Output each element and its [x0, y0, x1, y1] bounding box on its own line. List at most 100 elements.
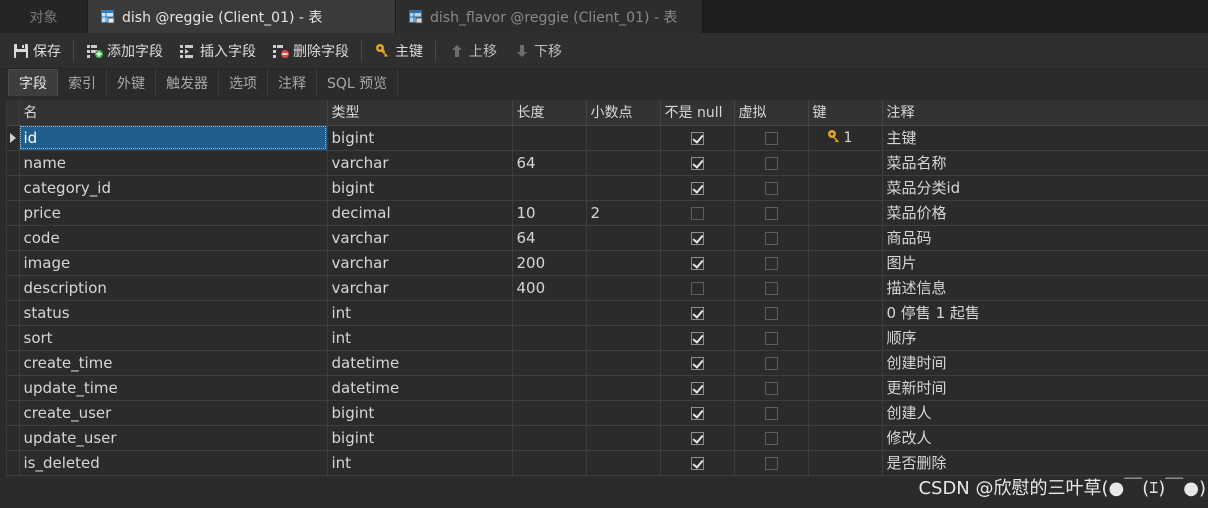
field-name-cell[interactable]: sort	[19, 325, 328, 351]
field-name-cell[interactable]: image	[19, 250, 328, 276]
field-comment-cell[interactable]: 描述信息	[882, 275, 1208, 301]
field-decimals-cell[interactable]	[586, 175, 661, 201]
field-key-cell[interactable]	[808, 450, 883, 476]
field-type-cell[interactable]: datetime	[327, 350, 513, 376]
not-null-checkbox[interactable]	[690, 356, 704, 370]
table-row[interactable]: description varchar 400 描述信息	[7, 275, 1208, 301]
field-type-cell[interactable]: varchar	[327, 250, 513, 276]
field-decimals-cell[interactable]	[586, 225, 661, 251]
table-row[interactable]: code varchar 64 商品码	[7, 225, 1208, 251]
field-key-cell[interactable]	[808, 225, 883, 251]
field-name-cell[interactable]: name	[19, 150, 328, 176]
field-type-cell[interactable]: decimal	[327, 200, 513, 226]
tab-dish-table[interactable]: dish @reggie (Client_01) - 表	[88, 0, 396, 33]
column-header-name[interactable]: 名	[19, 100, 328, 126]
row-indicator[interactable]	[7, 350, 20, 376]
not-null-checkbox[interactable]	[690, 456, 704, 470]
field-type-cell[interactable]: varchar	[327, 225, 513, 251]
field-decimals-cell[interactable]	[586, 300, 661, 326]
field-name-cell[interactable]: description	[19, 275, 328, 301]
field-key-cell[interactable]	[808, 250, 883, 276]
row-indicator[interactable]	[7, 175, 20, 201]
field-type-cell[interactable]: datetime	[327, 375, 513, 401]
not-null-checkbox[interactable]	[690, 206, 704, 220]
field-type-cell[interactable]: int	[327, 325, 513, 351]
field-key-cell[interactable]	[808, 275, 883, 301]
field-decimals-cell[interactable]	[586, 350, 661, 376]
not-null-checkbox[interactable]	[690, 256, 704, 270]
row-indicator[interactable]	[7, 150, 20, 176]
field-type-cell[interactable]: varchar	[327, 275, 513, 301]
tab-sql-preview[interactable]: SQL 预览	[317, 69, 399, 96]
table-row[interactable]: price decimal 10 2 菜品价格	[7, 200, 1208, 226]
row-indicator[interactable]	[7, 275, 20, 301]
virtual-checkbox[interactable]	[764, 431, 778, 445]
field-length-cell[interactable]	[512, 375, 587, 401]
row-indicator[interactable]	[7, 325, 20, 351]
field-decimals-cell[interactable]	[586, 450, 661, 476]
row-indicator[interactable]	[7, 250, 20, 276]
virtual-checkbox[interactable]	[764, 331, 778, 345]
table-row[interactable]: category_id bigint 菜品分类id	[7, 175, 1208, 201]
field-key-cell[interactable]	[808, 425, 883, 451]
virtual-checkbox[interactable]	[764, 206, 778, 220]
table-row[interactable]: image varchar 200 图片	[7, 250, 1208, 276]
virtual-checkbox[interactable]	[764, 306, 778, 320]
field-length-cell[interactable]	[512, 300, 587, 326]
column-header-not-null[interactable]: 不是 null	[660, 100, 735, 126]
field-name-cell[interactable]: price	[19, 200, 328, 226]
field-type-cell[interactable]: bigint	[327, 125, 513, 151]
row-indicator[interactable]	[7, 400, 20, 426]
not-null-checkbox[interactable]	[690, 131, 704, 145]
field-comment-cell[interactable]: 图片	[882, 250, 1208, 276]
field-decimals-cell[interactable]	[586, 250, 661, 276]
field-comment-cell[interactable]: 主键	[882, 125, 1208, 151]
not-null-checkbox[interactable]	[690, 156, 704, 170]
field-comment-cell[interactable]: 菜品分类id	[882, 175, 1208, 201]
field-key-cell[interactable]	[808, 200, 883, 226]
tab-triggers[interactable]: 触发器	[156, 69, 219, 96]
row-indicator[interactable]	[7, 450, 20, 476]
virtual-checkbox[interactable]	[764, 156, 778, 170]
field-length-cell[interactable]	[512, 400, 587, 426]
field-key-cell[interactable]: 1	[808, 125, 883, 151]
move-up-button[interactable]: 上移	[444, 37, 501, 65]
primary-key-button[interactable]: 主键	[370, 37, 427, 65]
field-length-cell[interactable]	[512, 125, 587, 151]
field-comment-cell[interactable]: 顺序	[882, 325, 1208, 351]
field-length-cell[interactable]	[512, 325, 587, 351]
field-type-cell[interactable]: int	[327, 300, 513, 326]
save-button[interactable]: 保存	[8, 37, 65, 65]
insert-field-button[interactable]: 插入字段	[175, 37, 260, 65]
virtual-checkbox[interactable]	[764, 381, 778, 395]
table-row[interactable]: create_time datetime 创建时间	[7, 350, 1208, 376]
field-comment-cell[interactable]: 菜品名称	[882, 150, 1208, 176]
add-field-button[interactable]: 添加字段	[82, 37, 167, 65]
field-type-cell[interactable]: varchar	[327, 150, 513, 176]
field-type-cell[interactable]: int	[327, 450, 513, 476]
table-row[interactable]: update_time datetime 更新时间	[7, 375, 1208, 401]
virtual-checkbox[interactable]	[764, 281, 778, 295]
not-null-checkbox[interactable]	[690, 331, 704, 345]
field-length-cell[interactable]: 64	[512, 225, 587, 251]
field-type-cell[interactable]: bigint	[327, 400, 513, 426]
field-name-cell[interactable]: status	[19, 300, 328, 326]
virtual-checkbox[interactable]	[764, 406, 778, 420]
field-decimals-cell[interactable]	[586, 325, 661, 351]
virtual-checkbox[interactable]	[764, 356, 778, 370]
field-length-cell[interactable]: 400	[512, 275, 587, 301]
field-decimals-cell[interactable]	[586, 275, 661, 301]
table-row[interactable]: status int 0 停售 1 起售	[7, 300, 1208, 326]
table-row[interactable]: create_user bigint 创建人	[7, 400, 1208, 426]
field-decimals-cell[interactable]	[586, 125, 661, 151]
field-length-cell[interactable]: 10	[512, 200, 587, 226]
field-key-cell[interactable]	[808, 375, 883, 401]
field-decimals-cell[interactable]	[586, 400, 661, 426]
not-null-checkbox[interactable]	[690, 306, 704, 320]
not-null-checkbox[interactable]	[690, 381, 704, 395]
tab-dish-flavor-table[interactable]: dish_flavor @reggie (Client_01) - 表	[396, 0, 703, 33]
column-header-key[interactable]: 键	[808, 100, 883, 126]
row-indicator[interactable]	[7, 300, 20, 326]
row-indicator[interactable]	[7, 200, 20, 226]
field-decimals-cell[interactable]	[586, 150, 661, 176]
